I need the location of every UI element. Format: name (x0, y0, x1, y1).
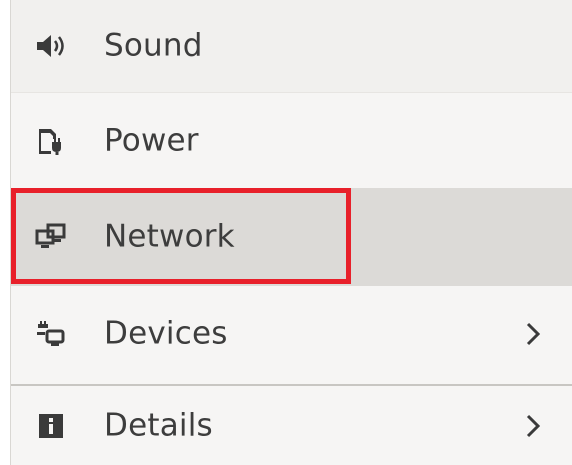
sidebar-item-details[interactable]: Details (11, 384, 572, 465)
sidebar-item-label: Details (104, 406, 213, 443)
speaker-icon (33, 31, 69, 61)
settings-sidebar: Sound Power Network Devices Details (10, 0, 572, 465)
power-plug-icon (33, 126, 69, 156)
sidebar-item-label: Power (104, 121, 199, 158)
network-icon (33, 222, 69, 252)
chevron-right-icon (523, 319, 543, 349)
sidebar-item-label: Network (104, 218, 235, 255)
sidebar-item-network[interactable]: Network (11, 188, 572, 286)
sidebar-item-sound[interactable]: Sound (11, 0, 572, 92)
sidebar-item-label: Devices (104, 315, 228, 352)
chevron-right-icon (523, 411, 543, 441)
info-icon (33, 411, 69, 441)
sidebar-item-label: Sound (104, 27, 203, 64)
sidebar-item-devices[interactable]: Devices (11, 286, 572, 382)
devices-icon (33, 319, 69, 349)
sidebar-item-power[interactable]: Power (11, 92, 572, 188)
